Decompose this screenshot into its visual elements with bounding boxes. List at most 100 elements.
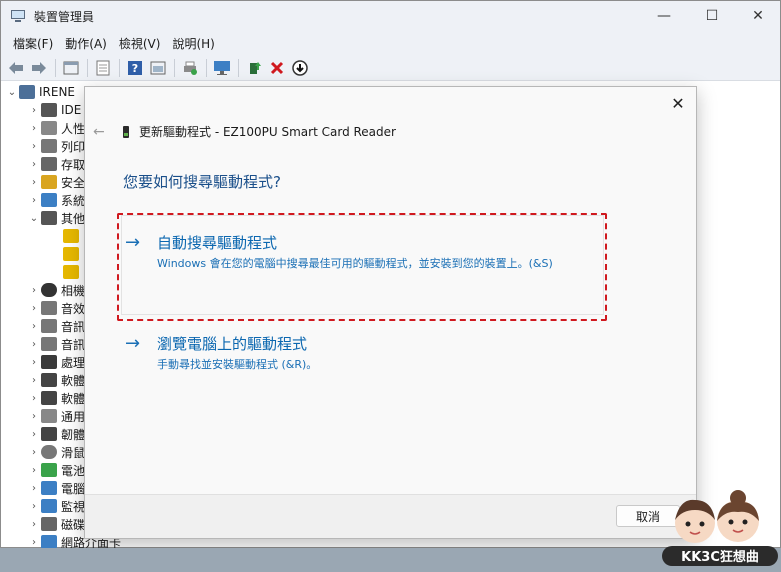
chevron-right-icon[interactable]: › xyxy=(27,195,41,206)
print-icon[interactable] xyxy=(179,58,201,78)
forward-icon[interactable] xyxy=(28,58,50,78)
storage-icon xyxy=(41,157,57,171)
uninstall-icon[interactable] xyxy=(266,58,288,78)
warning-device-icon xyxy=(63,265,79,279)
tree-item-label: 監視 xyxy=(61,499,86,514)
tree-item-label: 其他 xyxy=(61,211,86,226)
menu-bar: 檔案(F) 動作(A) 檢視(V) 說明(H) xyxy=(1,31,780,55)
disk-drive-icon xyxy=(41,517,57,531)
chevron-right-icon[interactable]: › xyxy=(27,105,41,116)
firmware-icon xyxy=(41,427,57,441)
smart-card-reader-icon xyxy=(123,125,129,138)
auto-search-option[interactable]: → 自動搜尋驅動程式 Windows 會在您的電腦中搜尋最佳可用的驅動程式，並安… xyxy=(125,232,595,272)
maximize-button[interactable]: ☐ xyxy=(689,1,735,31)
watermark-text: KK3C狂想曲 xyxy=(681,549,759,565)
chevron-right-icon[interactable]: › xyxy=(27,483,41,494)
chevron-right-icon[interactable]: › xyxy=(27,375,41,386)
chevron-right-icon[interactable]: › xyxy=(27,537,41,548)
browse-description: 手動尋找並安裝驅動程式 (&R)。 xyxy=(157,358,318,371)
chevron-right-icon[interactable]: › xyxy=(27,123,41,134)
help-icon[interactable]: ? xyxy=(124,58,146,78)
tree-item-label: 通用 xyxy=(61,409,86,424)
close-window-button[interactable]: ✕ xyxy=(735,1,781,31)
speaker-icon xyxy=(41,337,57,351)
other-devices-icon xyxy=(41,211,57,225)
tree-item-label: 音效 xyxy=(61,301,86,316)
sheet-icon[interactable] xyxy=(92,58,114,78)
tree-item-label: 音訊 xyxy=(61,319,86,334)
scan-hardware-icon[interactable] xyxy=(289,58,311,78)
toolbar: ? xyxy=(1,55,780,81)
warning-device-icon xyxy=(63,247,79,261)
chevron-right-icon[interactable]: › xyxy=(27,303,41,314)
tree-root-label: IRENE xyxy=(39,85,76,99)
monitor-icon[interactable] xyxy=(211,58,233,78)
tree-item-label: IDE xyxy=(61,103,82,117)
minimize-button[interactable]: — xyxy=(641,1,687,31)
menu-help[interactable]: 說明(H) xyxy=(166,35,220,52)
kk3c-watermark-logo: KK3C狂想曲 xyxy=(660,488,780,570)
chevron-right-icon[interactable]: › xyxy=(27,321,41,332)
right-arrow-icon: → xyxy=(125,232,141,253)
chevron-right-icon[interactable]: › xyxy=(27,159,41,170)
usb-icon xyxy=(41,409,57,423)
computer-icon xyxy=(19,85,35,99)
chevron-right-icon[interactable]: › xyxy=(27,393,41,404)
toolbar-separator xyxy=(87,58,88,77)
security-icon xyxy=(41,175,57,189)
toolbar-separator xyxy=(55,58,56,77)
tree-item-label: 軟體 xyxy=(61,373,86,388)
chevron-right-icon[interactable]: › xyxy=(27,177,41,188)
chevron-right-icon[interactable]: › xyxy=(27,501,41,512)
view-icon[interactable] xyxy=(147,58,169,78)
monitor-icon xyxy=(41,499,57,513)
warning-device-icon xyxy=(63,229,79,243)
speaker-icon xyxy=(41,301,57,315)
back-arrow-icon[interactable]: ← xyxy=(93,124,109,140)
chevron-right-icon[interactable]: › xyxy=(27,411,41,422)
hid-icon xyxy=(41,121,57,135)
tree-item-label: 存取 xyxy=(61,157,86,172)
browse-title[interactable]: 瀏覽電腦上的驅動程式 xyxy=(157,333,307,354)
chevron-right-icon[interactable]: › xyxy=(27,447,41,458)
browse-option[interactable]: → 瀏覽電腦上的驅動程式 手動尋找並安裝驅動程式 (&R)。 xyxy=(125,333,595,373)
tree-item-label: 磁碟 xyxy=(61,517,86,532)
tree-item-label: 相機 xyxy=(61,283,86,298)
dialog-close-button[interactable]: ✕ xyxy=(668,93,688,113)
update-driver-dialog: ✕ ← 更新驅動程式 - EZ100PU Smart Card Reader 您… xyxy=(84,86,697,539)
chevron-right-icon[interactable]: › xyxy=(27,429,41,440)
dialog-question: 您要如何搜尋驅動程式? xyxy=(123,173,281,191)
auto-search-description: Windows 會在您的電腦中搜尋最佳可用的驅動程式，並安裝到您的裝置上。(&S… xyxy=(157,257,553,270)
menu-action[interactable]: 動作(A) xyxy=(59,35,113,52)
dialog-footer: 取消 xyxy=(85,494,696,538)
battery-icon xyxy=(41,463,57,477)
chevron-right-icon[interactable]: › xyxy=(27,465,41,476)
properties-icon[interactable] xyxy=(60,58,82,78)
system-icon xyxy=(41,193,57,207)
update-driver-icon[interactable] xyxy=(243,58,265,78)
camera-icon xyxy=(41,283,57,297)
chevron-right-icon[interactable]: › xyxy=(27,285,41,296)
tree-item-label: 電池 xyxy=(61,463,86,478)
software-icon xyxy=(41,373,57,387)
chevron-right-icon[interactable]: › xyxy=(27,519,41,530)
chevron-right-icon[interactable]: › xyxy=(27,357,41,368)
chevron-right-icon[interactable]: › xyxy=(27,339,41,350)
dialog-title: 更新驅動程式 - EZ100PU Smart Card Reader xyxy=(139,125,396,139)
chevron-right-icon[interactable]: › xyxy=(27,141,41,152)
svg-text:?: ? xyxy=(132,62,138,75)
chevron-down-icon[interactable]: ⌄ xyxy=(5,87,19,98)
menu-file[interactable]: 檔案(F) xyxy=(7,35,59,52)
back-icon[interactable] xyxy=(5,58,27,78)
auto-search-title[interactable]: 自動搜尋驅動程式 xyxy=(157,232,277,253)
chevron-down-icon[interactable]: ⌄ xyxy=(27,213,41,224)
toolbar-separator xyxy=(206,58,207,77)
menu-view[interactable]: 檢視(V) xyxy=(113,35,167,52)
tree-item-label: 音訊 xyxy=(61,337,86,352)
tree-item-label: 人性 xyxy=(61,121,86,136)
ide-controller-icon xyxy=(41,103,57,117)
title-bar: 裝置管理員 — ☐ ✕ xyxy=(1,1,780,31)
speaker-icon xyxy=(41,319,57,333)
tree-item-label: 列印 xyxy=(61,139,86,154)
right-arrow-icon: → xyxy=(125,333,141,354)
